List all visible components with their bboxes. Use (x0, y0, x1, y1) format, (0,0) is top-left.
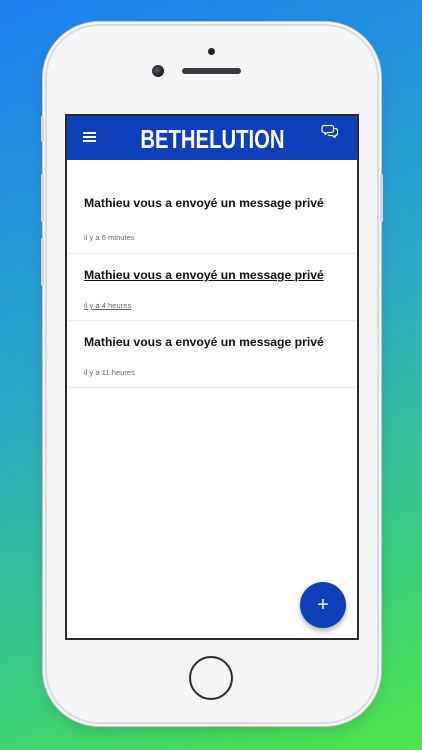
add-button[interactable]: + (300, 582, 346, 628)
front-camera (152, 65, 164, 77)
notification-title: Mathieu vous a envoyé un message privé (84, 268, 324, 282)
proximity-sensor (208, 48, 215, 55)
home-button[interactable] (189, 656, 233, 700)
app-screen: BETHELUTION Mathieu vous a envoyé un mes… (65, 114, 359, 640)
phone-frame: BETHELUTION Mathieu vous a envoyé un mes… (41, 26, 383, 722)
hamburger-menu-icon[interactable] (83, 132, 96, 142)
app-title: BETHELUTION (139, 123, 285, 154)
silent-switch (41, 116, 44, 142)
volume-up-button (41, 174, 44, 222)
notification-time: il y a 6 minutes (84, 233, 135, 242)
notification-title: Mathieu vous a envoyé un message privé (84, 335, 324, 349)
earpiece-speaker (182, 68, 241, 74)
volume-down-button (41, 238, 44, 286)
power-button (380, 174, 383, 222)
notification-time: il y a 11 heures (84, 368, 135, 377)
app-bar: BETHELUTION (67, 116, 357, 160)
notification-item[interactable]: Mathieu vous a envoyé un message privé i… (67, 254, 357, 321)
notification-time: il y a 4 heures (84, 301, 132, 310)
notification-item[interactable]: Mathieu vous a envoyé un message privé i… (67, 172, 357, 254)
notification-title: Mathieu vous a envoyé un message privé (84, 196, 324, 210)
notification-item[interactable]: Mathieu vous a envoyé un message privé i… (67, 321, 357, 388)
plus-icon: + (317, 593, 329, 616)
chat-bubbles-icon[interactable] (321, 123, 339, 139)
notification-list: Mathieu vous a envoyé un message privé i… (67, 160, 357, 388)
